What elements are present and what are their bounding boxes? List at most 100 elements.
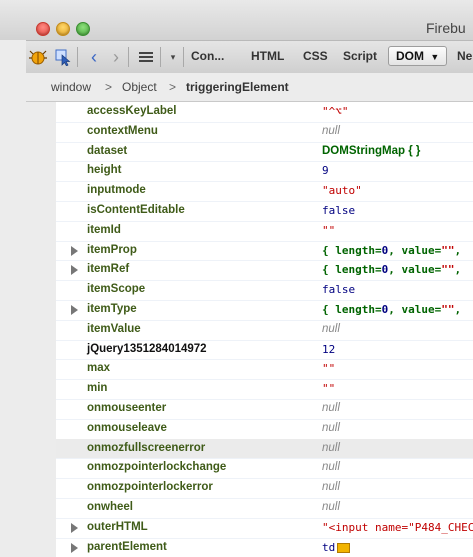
property-value[interactable]: td: [322, 541, 351, 554]
tab-net[interactable]: Ne: [457, 49, 472, 63]
dom-property-row[interactable]: accessKeyLabel "^⌥": [56, 102, 473, 123]
breadcrumb-window[interactable]: window: [51, 80, 91, 94]
expand-triangle-icon[interactable]: [71, 542, 78, 553]
dom-property-row[interactable]: onmouseleave null: [56, 419, 473, 440]
property-value[interactable]: false: [322, 283, 355, 296]
property-value[interactable]: "<input name="P484_CHEC: [322, 521, 473, 534]
dom-property-row[interactable]: itemType { length=0, value="",: [56, 300, 473, 321]
firebug-bug-icon[interactable]: [28, 47, 48, 67]
dom-property-row[interactable]: outerHTML "<input name="P484_CHEC: [56, 518, 473, 539]
dom-property-row[interactable]: height 9: [56, 161, 473, 183]
property-name: onwheel: [87, 501, 134, 513]
breadcrumb-object[interactable]: Object: [122, 80, 157, 94]
tab-console[interactable]: Con...: [191, 49, 224, 63]
inspect-element-icon[interactable]: [53, 47, 73, 67]
property-name: height: [87, 164, 122, 177]
dom-property-row[interactable]: parentElement td: [56, 538, 473, 557]
dom-property-row[interactable]: min "": [56, 379, 473, 400]
caret-down-icon[interactable]: ▼: [430, 52, 439, 62]
property-name: onmozfullscreenerror: [87, 441, 206, 454]
dom-property-row[interactable]: dataset DOMStringMap { }: [56, 142, 473, 163]
property-name: onmozpointerlockerror: [87, 481, 213, 494]
property-name: itemId: [87, 223, 121, 236]
expand-triangle-icon[interactable]: [71, 522, 78, 533]
property-name: dataset: [87, 144, 128, 157]
property-name: isContentEditable: [87, 204, 185, 216]
tab-dom[interactable]: DOM ▼: [388, 46, 448, 66]
property-name: onmouseleave: [87, 421, 167, 434]
property-value[interactable]: null: [322, 501, 340, 513]
window-title: Firebu: [426, 20, 466, 36]
dom-property-row[interactable]: onmozpointerlockchange null: [56, 458, 473, 480]
property-value[interactable]: null: [322, 461, 340, 473]
property-value[interactable]: { length=0, value="",: [322, 244, 461, 257]
property-value[interactable]: 12: [322, 343, 335, 356]
toolbar-separator: [183, 47, 184, 67]
property-name: min: [87, 382, 108, 395]
property-value[interactable]: { length=0, value="",: [322, 303, 461, 316]
property-value[interactable]: false: [322, 204, 355, 217]
expand-triangle-icon[interactable]: [71, 245, 78, 256]
title-bar: Firebu: [0, 0, 473, 40]
dom-property-row[interactable]: itemValue null: [56, 320, 473, 341]
property-value[interactable]: { length=0, value="",: [322, 263, 461, 276]
property-value[interactable]: null: [322, 422, 340, 434]
dom-property-row[interactable]: itemProp { length=0, value="",: [56, 241, 473, 262]
property-value[interactable]: 9: [322, 164, 329, 177]
expand-triangle-icon[interactable]: [71, 305, 78, 315]
zoom-window-button[interactable]: [76, 22, 90, 36]
property-name: itemValue: [87, 322, 141, 335]
forward-arrow-icon[interactable]: ›: [106, 47, 126, 67]
dom-property-row[interactable]: itemScope false: [56, 280, 473, 301]
tab-html[interactable]: HTML: [251, 49, 284, 63]
property-name: max: [87, 362, 111, 375]
property-name: itemProp: [87, 243, 137, 256]
breadcrumb-separator: >: [105, 80, 113, 94]
tab-script[interactable]: Script: [343, 49, 377, 63]
list-menu-icon[interactable]: [136, 47, 156, 67]
tab-dom-label: DOM: [396, 49, 424, 63]
toolbar-separator: [128, 47, 129, 67]
property-name: itemType: [87, 303, 137, 315]
dom-property-row[interactable]: onmozpointerlockerror null: [56, 478, 473, 499]
back-arrow-icon[interactable]: ‹: [84, 47, 104, 67]
panel-gutter: [26, 102, 56, 557]
property-value[interactable]: null: [322, 323, 340, 335]
property-value[interactable]: "": [322, 224, 335, 237]
edit-element-icon[interactable]: [337, 542, 351, 553]
minimize-window-button[interactable]: [56, 22, 70, 36]
panel-menu-caret-icon[interactable]: ▾: [163, 47, 183, 67]
property-name: itemRef: [87, 263, 130, 276]
property-name: accessKeyLabel: [87, 105, 177, 117]
dom-property-row[interactable]: itemRef { length=0, value="",: [56, 260, 473, 282]
property-value[interactable]: "": [322, 362, 335, 375]
toolbar-separator: [77, 47, 78, 67]
close-window-button[interactable]: [36, 22, 50, 36]
dom-panel: accessKeyLabel "^⌥" contextMenu null dataset…: [26, 102, 473, 557]
property-value[interactable]: null: [322, 125, 340, 137]
dom-property-row[interactable]: jQuery1351284014972 12: [56, 340, 473, 361]
property-value[interactable]: null: [322, 442, 340, 454]
breadcrumb-current[interactable]: triggeringElement: [186, 80, 289, 94]
property-value[interactable]: null: [322, 481, 340, 493]
property-name: inputmode: [87, 184, 146, 197]
property-value[interactable]: "auto": [322, 184, 362, 197]
dom-property-row[interactable]: onwheel null: [56, 498, 473, 519]
property-value[interactable]: DOMStringMap { }: [322, 145, 420, 157]
firebug-toolbar: ‹ › ▾ Con... HTML CSS Script DOM ▼ Ne: [26, 40, 473, 74]
dom-property-row[interactable]: max "": [56, 359, 473, 381]
property-name: jQuery1351284014972: [87, 342, 207, 355]
property-value[interactable]: "^⌥": [322, 105, 349, 118]
property-value[interactable]: "": [322, 382, 335, 395]
property-name: outerHTML: [87, 520, 148, 533]
dom-property-row[interactable]: itemId "": [56, 221, 473, 242]
property-value[interactable]: null: [322, 402, 340, 414]
dom-property-row[interactable]: onmozfullscreenerror null: [56, 438, 473, 460]
dom-property-row[interactable]: isContentEditable false: [56, 201, 473, 222]
property-name: onmozpointerlockchange: [87, 461, 227, 474]
dom-property-row[interactable]: inputmode "auto": [56, 181, 473, 202]
dom-property-row[interactable]: contextMenu null: [56, 122, 473, 143]
dom-property-row[interactable]: onmouseenter null: [56, 399, 473, 420]
tab-css[interactable]: CSS: [303, 49, 328, 63]
expand-triangle-icon[interactable]: [71, 265, 78, 276]
